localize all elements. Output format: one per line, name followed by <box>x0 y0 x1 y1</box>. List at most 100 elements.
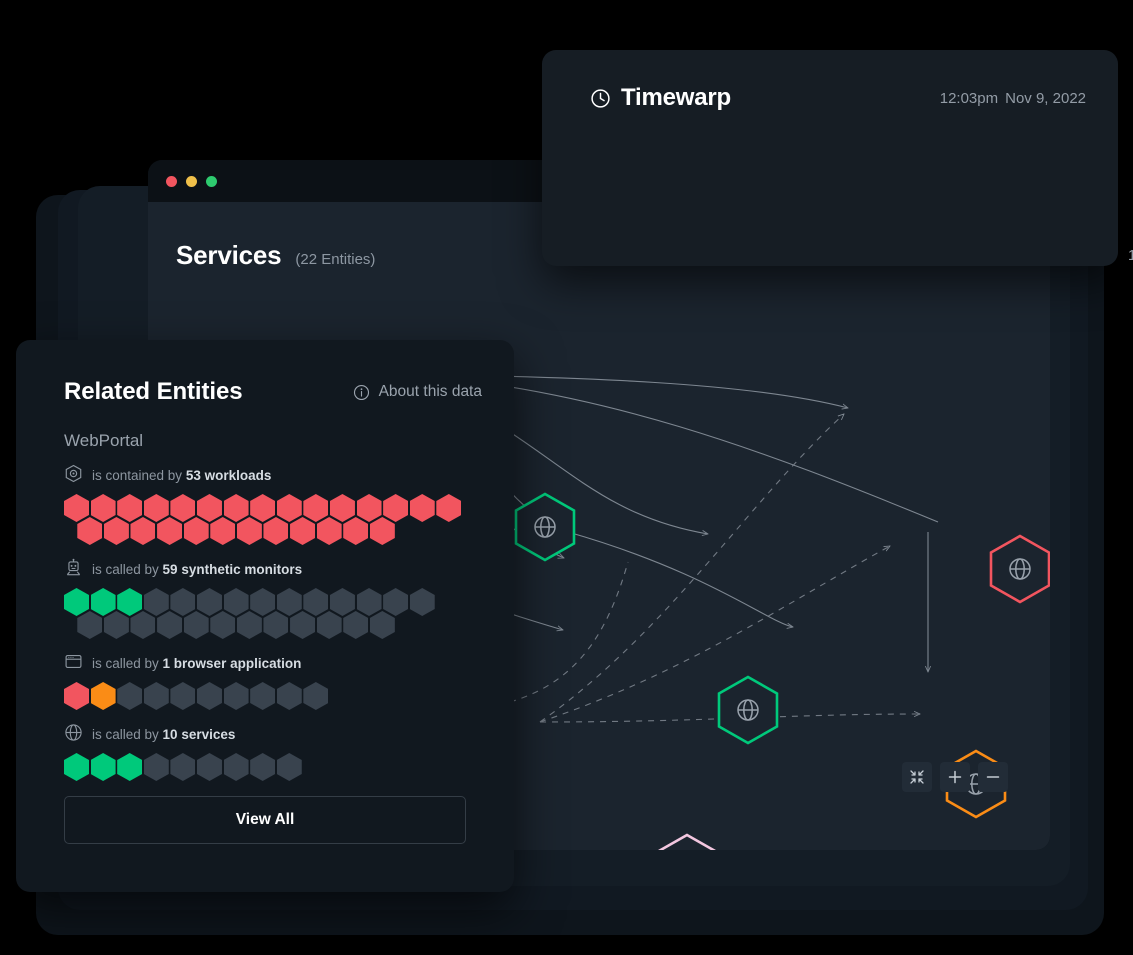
timewarp-panel: Timewarp 12:03pmNov 9, 2022 10:17am10:47… <box>542 50 1118 266</box>
entity-hex-row <box>64 682 514 710</box>
related-entity-group: is called by 10 services <box>16 710 514 781</box>
entity-hex[interactable] <box>303 682 328 710</box>
clock-icon <box>590 88 611 109</box>
relation-emphasis: 59 synthetic monitors <box>163 562 303 577</box>
entity-hex-grid <box>64 588 514 639</box>
entity-hex[interactable] <box>184 611 209 639</box>
relation-text: is called by 10 services <box>92 727 235 742</box>
entity-hex[interactable] <box>250 682 275 710</box>
window-minimize-button[interactable] <box>186 176 197 187</box>
entity-hex[interactable] <box>64 753 89 781</box>
graph-node-globe-green-3[interactable] <box>717 675 779 745</box>
related-entities-header: Related Entities About this data <box>16 340 514 406</box>
timewarp-current-time: 12:03pm <box>940 90 998 107</box>
entity-hex[interactable] <box>91 682 116 710</box>
zoom-in-button[interactable] <box>940 762 970 792</box>
plus-icon <box>947 769 963 785</box>
entity-hex[interactable] <box>290 611 315 639</box>
related-entity-group: is called by 59 synthetic monitors <box>16 545 514 639</box>
timewarp-timestamp: 12:03pm Nov 9, 2022 <box>940 90 1086 107</box>
related-entities-title: Related Entities <box>64 378 353 406</box>
entity-hex[interactable] <box>370 611 395 639</box>
workload-icon <box>64 464 83 486</box>
entity-hex[interactable] <box>77 611 102 639</box>
graph-node-globe-red[interactable] <box>989 534 1050 604</box>
timeline-tick-label: 10:17am <box>1128 248 1133 264</box>
entity-hex[interactable] <box>343 517 368 545</box>
entity-hex[interactable] <box>170 682 195 710</box>
relation-emphasis: 1 browser application <box>163 656 302 671</box>
entity-hex[interactable] <box>197 682 222 710</box>
globe-icon <box>64 723 83 745</box>
entity-hex[interactable] <box>263 611 288 639</box>
entity-hex[interactable] <box>250 753 275 781</box>
entity-hex[interactable] <box>117 682 142 710</box>
entity-hex[interactable] <box>317 517 342 545</box>
entity-hex[interactable] <box>170 753 195 781</box>
minus-icon <box>985 769 1001 785</box>
entity-hex-grid <box>64 753 514 781</box>
timewarp-tick-labels: 10:17am10:47am11:17am11:47am12:16pm12:46… <box>1128 248 1133 264</box>
zoom-out-button[interactable] <box>978 762 1008 792</box>
related-entity-group: is contained by 53 workloads <box>16 451 514 545</box>
entity-hex[interactable] <box>77 517 102 545</box>
entity-hex[interactable] <box>277 753 302 781</box>
entity-hex[interactable] <box>157 611 182 639</box>
entity-hex[interactable] <box>224 753 249 781</box>
entity-hex[interactable] <box>104 611 129 639</box>
entity-hex[interactable] <box>224 682 249 710</box>
entity-hex[interactable] <box>237 611 262 639</box>
entity-hex[interactable] <box>157 517 182 545</box>
app-stage: Services (22 Entities) <box>0 0 1133 955</box>
entity-hex[interactable] <box>144 753 169 781</box>
entity-hex[interactable] <box>130 611 155 639</box>
related-entity-group-label: is called by 10 services <box>64 723 514 745</box>
entity-hex[interactable] <box>144 682 169 710</box>
about-this-data-link[interactable]: About this data <box>353 383 482 401</box>
entity-hex-grid <box>64 494 514 545</box>
entity-hex[interactable] <box>263 517 288 545</box>
relation-text: is called by 1 browser application <box>92 656 301 671</box>
window-close-button[interactable] <box>166 176 177 187</box>
related-entity-groups: is contained by 53 workloads is called by… <box>16 451 514 781</box>
entity-hex-row <box>64 753 514 781</box>
entity-hex[interactable] <box>210 517 235 545</box>
graph-zoom-controls <box>902 762 1008 792</box>
related-entity-group-label: is called by 59 synthetic monitors <box>64 558 514 580</box>
info-icon <box>353 384 370 401</box>
entity-hex[interactable] <box>64 682 89 710</box>
entity-hex[interactable] <box>290 517 315 545</box>
relation-emphasis: 10 services <box>163 727 236 742</box>
timewarp-header: Timewarp 12:03pm Nov 9, 2022 <box>542 50 1118 112</box>
fit-to-screen-button[interactable] <box>902 762 932 792</box>
relation-text: is called by 59 synthetic monitors <box>92 562 302 577</box>
entity-name-label: WebPortal <box>16 406 514 451</box>
timewarp-title: Timewarp <box>621 84 731 112</box>
entity-hex[interactable] <box>237 517 262 545</box>
relation-emphasis: 53 workloads <box>186 468 272 483</box>
entity-hex-grid <box>64 682 514 710</box>
related-entity-group-label: is contained by 53 workloads <box>64 464 514 486</box>
graph-node-database-pink[interactable] <box>656 833 718 850</box>
window-maximize-button[interactable] <box>206 176 217 187</box>
entity-hex[interactable] <box>317 611 342 639</box>
timewarp-current-date: Nov 9, 2022 <box>1005 90 1086 107</box>
graph-node-globe-green-1[interactable] <box>514 492 576 562</box>
view-all-button[interactable]: View All <box>64 796 466 844</box>
about-this-data-label: About this data <box>379 383 482 401</box>
entity-hex[interactable] <box>277 682 302 710</box>
entity-hex[interactable] <box>343 611 368 639</box>
entity-hex[interactable] <box>210 611 235 639</box>
browser-icon <box>64 652 83 674</box>
related-entity-group-label: is called by 1 browser application <box>64 652 514 674</box>
entity-hex[interactable] <box>104 517 129 545</box>
entity-hex[interactable] <box>370 517 395 545</box>
related-entity-group: is called by 1 browser application <box>16 639 514 710</box>
entity-hex[interactable] <box>91 753 116 781</box>
entity-hex[interactable] <box>197 753 222 781</box>
entity-hex[interactable] <box>184 517 209 545</box>
timewarp-title-group: Timewarp <box>590 84 940 112</box>
entity-hex[interactable] <box>117 753 142 781</box>
relation-text: is contained by 53 workloads <box>92 468 271 483</box>
entity-hex[interactable] <box>130 517 155 545</box>
